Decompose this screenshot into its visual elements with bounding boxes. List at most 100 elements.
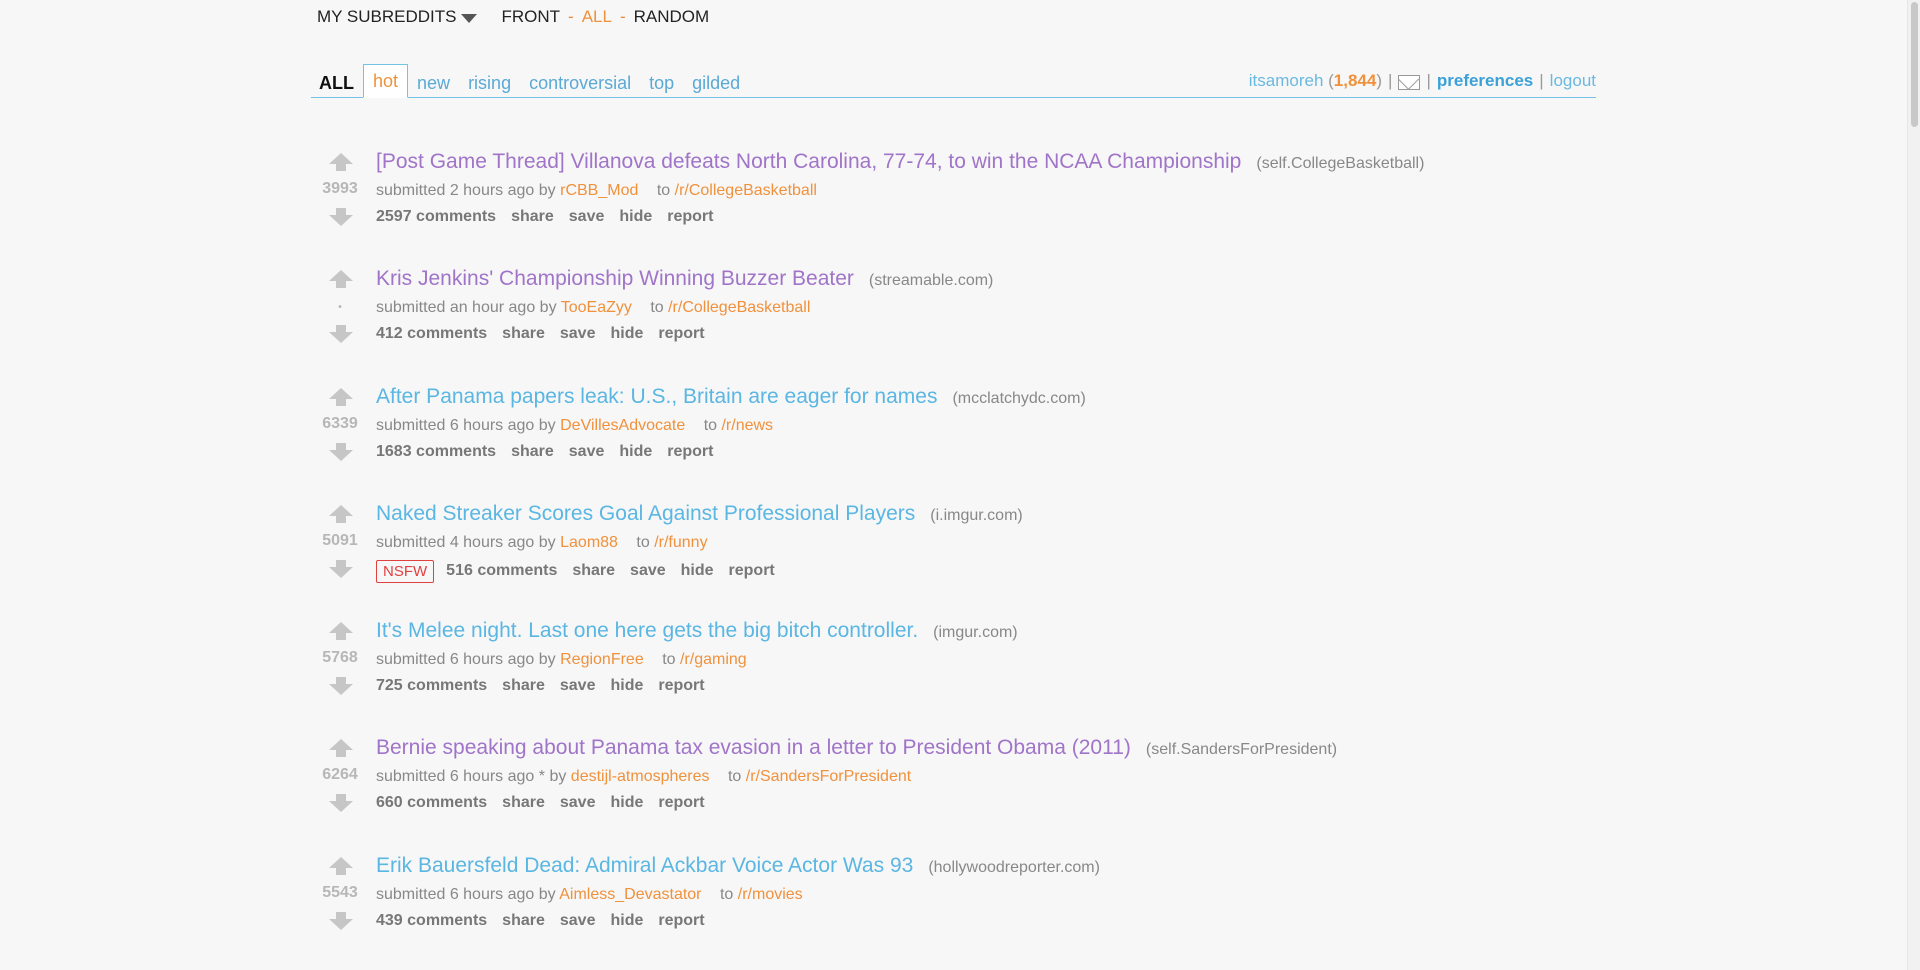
hide-button[interactable]: hide bbox=[610, 325, 643, 343]
save-button[interactable]: save bbox=[569, 443, 605, 461]
post-domain[interactable]: (self.CollegeBasketball) bbox=[1256, 155, 1424, 173]
front-link[interactable]: FRONT bbox=[502, 7, 561, 27]
save-button[interactable]: save bbox=[560, 325, 596, 343]
report-button[interactable]: report bbox=[658, 677, 704, 695]
post-title-link[interactable]: After Panama papers leak: U.S., Britain … bbox=[376, 385, 937, 409]
share-button[interactable]: share bbox=[502, 677, 545, 695]
share-button[interactable]: share bbox=[511, 443, 554, 461]
report-button[interactable]: report bbox=[667, 208, 713, 226]
comments-button[interactable]: 439 comments bbox=[376, 912, 487, 930]
tab-rising[interactable]: rising bbox=[459, 67, 520, 97]
share-button[interactable]: share bbox=[502, 794, 545, 812]
report-button[interactable]: report bbox=[658, 794, 704, 812]
upvote-arrow-icon[interactable] bbox=[327, 504, 355, 524]
tab-top[interactable]: top bbox=[640, 67, 683, 97]
upvote-arrow-icon[interactable] bbox=[327, 387, 355, 407]
comments-button[interactable]: 516 comments bbox=[446, 562, 557, 580]
vertical-scrollbar[interactable] bbox=[1907, 0, 1920, 970]
tab-controversial[interactable]: controversial bbox=[520, 67, 640, 97]
upvote-arrow-icon[interactable] bbox=[327, 738, 355, 758]
mail-envelope-icon[interactable] bbox=[1398, 75, 1421, 90]
subreddit-link[interactable]: /r/movies bbox=[738, 886, 803, 903]
hide-button[interactable]: hide bbox=[619, 208, 652, 226]
comments-button[interactable]: 412 comments bbox=[376, 325, 487, 343]
username-link[interactable]: itsamoreh bbox=[1249, 71, 1324, 91]
share-button[interactable]: share bbox=[502, 325, 545, 343]
author-link[interactable]: destijl-atmospheres bbox=[571, 768, 710, 785]
tab-gilded[interactable]: gilded bbox=[683, 67, 749, 97]
hide-button[interactable]: hide bbox=[619, 443, 652, 461]
downvote-arrow-icon[interactable] bbox=[327, 324, 355, 344]
upvote-arrow-icon[interactable] bbox=[327, 152, 355, 172]
upvote-arrow-icon[interactable] bbox=[327, 269, 355, 289]
upvote-arrow-icon[interactable] bbox=[327, 621, 355, 641]
my-subreddits-label: MY SUBREDDITS bbox=[317, 7, 457, 26]
share-button[interactable]: share bbox=[572, 562, 615, 580]
author-link[interactable]: DeVillesAdvocate bbox=[560, 417, 685, 434]
subreddit-link[interactable]: /r/CollegeBasketball bbox=[668, 299, 810, 316]
logout-link[interactable]: logout bbox=[1550, 71, 1596, 91]
downvote-arrow-icon[interactable] bbox=[327, 676, 355, 696]
my-subreddits-dropdown[interactable]: MY SUBREDDITS bbox=[317, 7, 477, 27]
post-title-link[interactable]: [Post Game Thread] Villanova defeats Nor… bbox=[376, 150, 1241, 174]
subreddit-link[interactable]: /r/SandersForPresident bbox=[746, 768, 911, 785]
share-button[interactable]: share bbox=[511, 208, 554, 226]
post-domain[interactable]: (self.SandersForPresident) bbox=[1146, 741, 1337, 759]
subreddit-link[interactable]: /r/gaming bbox=[680, 651, 747, 668]
save-button[interactable]: save bbox=[560, 677, 596, 695]
save-button[interactable]: save bbox=[569, 208, 605, 226]
post-row: 5768 It's Melee night. Last one here get… bbox=[311, 609, 1591, 726]
report-button[interactable]: report bbox=[658, 325, 704, 343]
author-link[interactable]: Laom88 bbox=[560, 534, 618, 551]
report-button[interactable]: report bbox=[667, 443, 713, 461]
author-link[interactable]: rCBB_Mod bbox=[560, 182, 638, 199]
hide-button[interactable]: hide bbox=[681, 562, 714, 580]
subreddit-link[interactable]: /r/funny bbox=[654, 534, 707, 551]
post-domain[interactable]: (streamable.com) bbox=[869, 272, 993, 290]
all-link[interactable]: ALL bbox=[582, 7, 612, 27]
author-link[interactable]: RegionFree bbox=[560, 651, 644, 668]
subreddit-link[interactable]: /r/news bbox=[721, 417, 773, 434]
preferences-link[interactable]: preferences bbox=[1437, 71, 1533, 91]
scrollbar-thumb[interactable] bbox=[1911, 2, 1918, 127]
post-domain[interactable]: (mcclatchydc.com) bbox=[952, 390, 1085, 408]
downvote-arrow-icon[interactable] bbox=[327, 559, 355, 579]
author-link[interactable]: TooEaZyy bbox=[561, 299, 632, 316]
downvote-arrow-icon[interactable] bbox=[327, 442, 355, 462]
post-domain[interactable]: (imgur.com) bbox=[933, 624, 1017, 642]
hide-button[interactable]: hide bbox=[610, 677, 643, 695]
post-domain[interactable]: (i.imgur.com) bbox=[930, 507, 1022, 525]
save-button[interactable]: save bbox=[560, 912, 596, 930]
share-button[interactable]: share bbox=[502, 912, 545, 930]
downvote-arrow-icon[interactable] bbox=[327, 207, 355, 227]
post-title-link[interactable]: It's Melee night. Last one here gets the… bbox=[376, 619, 918, 643]
comments-button[interactable]: 2597 comments bbox=[376, 208, 496, 226]
post-entry: Erik Bauersfeld Dead: Admiral Ackbar Voi… bbox=[376, 854, 1100, 930]
random-link[interactable]: RANDOM bbox=[634, 7, 710, 27]
post-title-link[interactable]: Erik Bauersfeld Dead: Admiral Ackbar Voi… bbox=[376, 854, 913, 878]
save-button[interactable]: save bbox=[560, 794, 596, 812]
subreddit-link[interactable]: /r/CollegeBasketball bbox=[675, 182, 817, 199]
post-title-link[interactable]: Bernie speaking about Panama tax evasion… bbox=[376, 736, 1131, 760]
downvote-arrow-icon[interactable] bbox=[327, 911, 355, 931]
report-button[interactable]: report bbox=[658, 912, 704, 930]
post-title-link[interactable]: Naked Streaker Scores Goal Against Profe… bbox=[376, 502, 915, 526]
comments-button[interactable]: 725 comments bbox=[376, 677, 487, 695]
hide-button[interactable]: hide bbox=[610, 794, 643, 812]
save-button[interactable]: save bbox=[630, 562, 666, 580]
hide-button[interactable]: hide bbox=[610, 912, 643, 930]
submitted-text: submitted 6 hours ago by bbox=[376, 651, 556, 669]
report-button[interactable]: report bbox=[729, 562, 775, 580]
vote-box: 5543 bbox=[317, 856, 363, 932]
upvote-arrow-icon[interactable] bbox=[327, 856, 355, 876]
vote-box: 6339 bbox=[317, 387, 363, 463]
downvote-arrow-icon[interactable] bbox=[327, 793, 355, 813]
tab-hot[interactable]: hot bbox=[363, 64, 409, 98]
tab-new[interactable]: new bbox=[408, 67, 459, 97]
post-domain[interactable]: (hollywoodreporter.com) bbox=[928, 859, 1100, 877]
post-list: 3993 [Post Game Thread] Villanova defeat… bbox=[311, 140, 1591, 961]
comments-button[interactable]: 660 comments bbox=[376, 794, 487, 812]
author-link[interactable]: Aimless_Devastator bbox=[559, 886, 701, 903]
comments-button[interactable]: 1683 comments bbox=[376, 443, 496, 461]
post-title-link[interactable]: Kris Jenkins' Championship Winning Buzze… bbox=[376, 267, 854, 291]
